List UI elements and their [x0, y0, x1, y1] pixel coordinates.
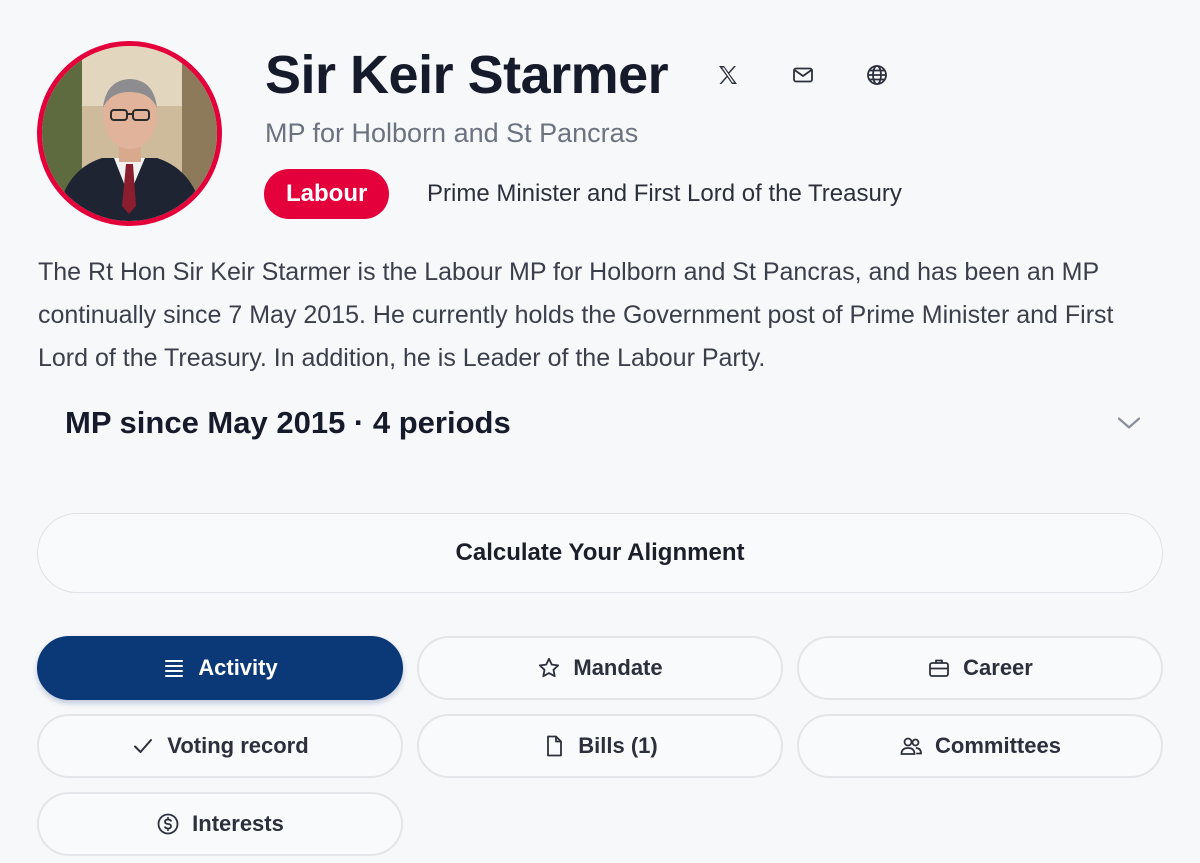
tab-label: Committees [935, 733, 1061, 758]
dollar-icon [157, 813, 179, 835]
star-icon [539, 657, 560, 678]
tab-label: Mandate [573, 655, 663, 680]
x-icon[interactable] [713, 60, 743, 90]
tab-career[interactable]: Career [797, 636, 1163, 700]
bio-text: The Rt Hon Sir Keir Starmer is the Labou… [38, 258, 1114, 372]
tab-label: Interests [192, 811, 284, 836]
tab-label: Career [963, 655, 1033, 680]
government-role: Prime Minister and First Lord of the Tre… [427, 180, 902, 207]
check-icon [134, 739, 153, 753]
users-icon [900, 737, 922, 755]
profile-name: Sir Keir Starmer [265, 45, 669, 105]
constituency-label: MP for Holborn and St Pancras [265, 118, 639, 148]
tab-interests[interactable]: Interests [37, 792, 403, 856]
chevron-down-icon [1117, 417, 1141, 429]
tab-voting-record[interactable]: Voting record [37, 714, 403, 778]
calculate-alignment-button[interactable]: Calculate Your Alignment [37, 513, 1163, 593]
tab-label: Voting record [167, 733, 309, 758]
tab-label: Bills (1) [578, 733, 658, 758]
tab-mandate[interactable]: Mandate [417, 636, 783, 700]
tenure-summary[interactable]: MP since May 2015 · 4 periods [38, 393, 1148, 453]
avatar [37, 41, 222, 226]
list-icon [165, 660, 184, 677]
mail-icon[interactable] [788, 60, 818, 90]
tab-committees[interactable]: Committees [797, 714, 1163, 778]
tab-label: Activity [198, 655, 278, 680]
portrait-image [42, 46, 217, 221]
tab-bills[interactable]: Bills (1) [417, 714, 783, 778]
tab-activity[interactable]: Activity [37, 636, 403, 700]
document-icon [547, 735, 563, 757]
globe-icon[interactable] [862, 60, 892, 90]
party-badge: Labour [264, 169, 390, 219]
briefcase-icon [929, 659, 950, 677]
tenure-label: MP since May 2015 · 4 periods [65, 405, 511, 440]
